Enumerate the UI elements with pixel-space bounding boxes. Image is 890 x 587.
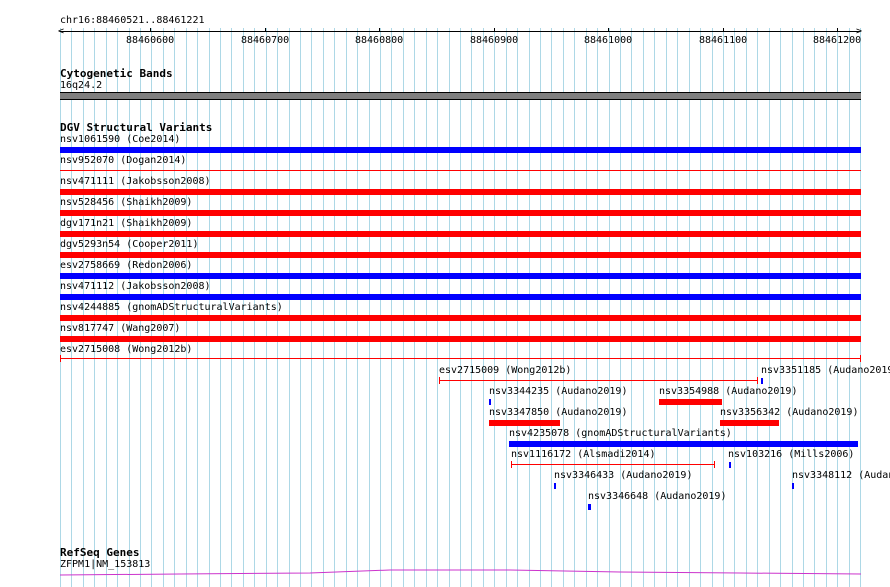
dgv-feature-label[interactable]: nsv4244885 (gnomADStructuralVariants): [60, 302, 283, 313]
dgv-feature-label[interactable]: nsv1061590 (Coe2014): [60, 134, 180, 145]
ruler-tick-label: 88460800: [355, 35, 404, 46]
ruler-tick: [150, 28, 151, 32]
dgv-feature-label[interactable]: nsv103216 (Mills2006): [728, 449, 854, 460]
dgv-feature-label[interactable]: nsv952070 (Dogan2014): [60, 155, 186, 166]
ruler-tick-label: 88461200: [813, 35, 862, 46]
dgv-track-title[interactable]: DGV Structural Variants: [60, 122, 212, 134]
dgv-feature-label[interactable]: nsv4235078 (gnomADStructuralVariants): [509, 428, 732, 439]
dgv-feature-label[interactable]: nsv528456 (Shaikh2009): [60, 197, 192, 208]
cytoband-track-title[interactable]: Cytogenetic Bands: [60, 68, 173, 80]
ruler-axis: [60, 31, 860, 32]
dgv-feature-label[interactable]: nsv3356342 (Audano2019): [720, 407, 858, 418]
cytoband-bar[interactable]: [60, 92, 861, 100]
refseq-track-title[interactable]: RefSeq Genes: [60, 547, 139, 559]
dgv-feature-label[interactable]: nsv3348112 (Audano2019): [792, 470, 890, 481]
dgv-feature-bar[interactable]: [60, 231, 861, 237]
dgv-feature-bar[interactable]: [60, 210, 861, 216]
dgv-feature-label[interactable]: nsv3346433 (Audano2019): [554, 470, 692, 481]
dgv-feature-label[interactable]: dgv171n21 (Shaikh2009): [60, 218, 192, 229]
dgv-feature-bar[interactable]: [554, 483, 556, 489]
dgv-feature-bar[interactable]: [60, 170, 861, 171]
ruler-left-arrow: <: [58, 26, 65, 37]
location-label: chr16:88460521..88461221: [60, 15, 205, 26]
dgv-feature-end-cap: [860, 355, 861, 362]
dgv-feature-bar[interactable]: [489, 399, 491, 405]
ruler-tick-label: 88460700: [241, 35, 290, 46]
ruler-tick: [379, 28, 380, 32]
dgv-feature-label[interactable]: esv2758669 (Redon2006): [60, 260, 192, 271]
dgv-feature-bar[interactable]: [60, 358, 861, 359]
dgv-feature-label[interactable]: nsv3351185 (Audano2019): [761, 365, 890, 376]
ruler-tick-label: 88460900: [470, 35, 519, 46]
dgv-feature-label[interactable]: nsv471112 (Jakobsson2008): [60, 281, 211, 292]
dgv-feature-bar[interactable]: [60, 315, 861, 321]
ruler-tick: [265, 28, 266, 32]
dgv-feature-end-cap: [511, 461, 512, 468]
dgv-feature-label[interactable]: nsv471111 (Jakobsson2008): [60, 176, 211, 187]
dgv-feature-label[interactable]: nsv1116172 (Alsmadi2014): [511, 449, 656, 460]
dgv-feature-bar[interactable]: [511, 464, 715, 465]
ruler-tick-label: 88460600: [126, 35, 175, 46]
dgv-feature-label[interactable]: nsv3354988 (Audano2019): [659, 386, 797, 397]
dgv-feature-label[interactable]: nsv3346648 (Audano2019): [588, 491, 726, 502]
dgv-feature-bar[interactable]: [792, 483, 794, 489]
dgv-feature-bar[interactable]: [761, 378, 763, 384]
dgv-feature-bar[interactable]: [60, 273, 861, 279]
dgv-feature-bar[interactable]: [439, 380, 757, 381]
dgv-feature-end-cap: [714, 461, 715, 468]
dgv-feature-bar[interactable]: [489, 420, 560, 426]
dgv-feature-bar[interactable]: [60, 336, 861, 342]
dgv-feature-label[interactable]: esv2715009 (Wong2012b): [439, 365, 571, 376]
dgv-feature-bar[interactable]: [60, 252, 861, 258]
dgv-feature-bar[interactable]: [60, 294, 861, 300]
dgv-feature-bar[interactable]: [720, 420, 779, 426]
dgv-feature-end-cap: [757, 377, 758, 384]
dgv-feature-label[interactable]: nsv817747 (Wang2007): [60, 323, 180, 334]
ruler-tick: [723, 28, 724, 32]
ruler-tick: [608, 28, 609, 32]
refseq-gene-intron-line[interactable]: [60, 568, 862, 580]
dgv-feature-bar[interactable]: [60, 147, 861, 153]
ruler-tick: [494, 28, 495, 32]
cytoband-label: 16q24.2: [60, 80, 103, 91]
dgv-feature-label[interactable]: nsv3344235 (Audano2019): [489, 386, 627, 397]
ruler-tick-label: 88461100: [699, 35, 748, 46]
dgv-feature-bar[interactable]: [509, 441, 858, 447]
dgv-feature-bar[interactable]: [588, 504, 591, 510]
dgv-feature-label[interactable]: dgv5293n54 (Cooper2011): [60, 239, 198, 250]
dgv-feature-end-cap: [439, 377, 440, 384]
dgv-feature-end-cap: [60, 355, 61, 362]
dgv-feature-bar[interactable]: [729, 462, 731, 468]
ruler-tick: [837, 28, 838, 32]
ruler-tick-label: 88461000: [584, 35, 633, 46]
dgv-feature-bar[interactable]: [659, 399, 722, 405]
dgv-feature-label[interactable]: esv2715008 (Wong2012b): [60, 344, 192, 355]
dgv-feature-label[interactable]: nsv3347850 (Audano2019): [489, 407, 627, 418]
dgv-feature-bar[interactable]: [60, 189, 861, 195]
